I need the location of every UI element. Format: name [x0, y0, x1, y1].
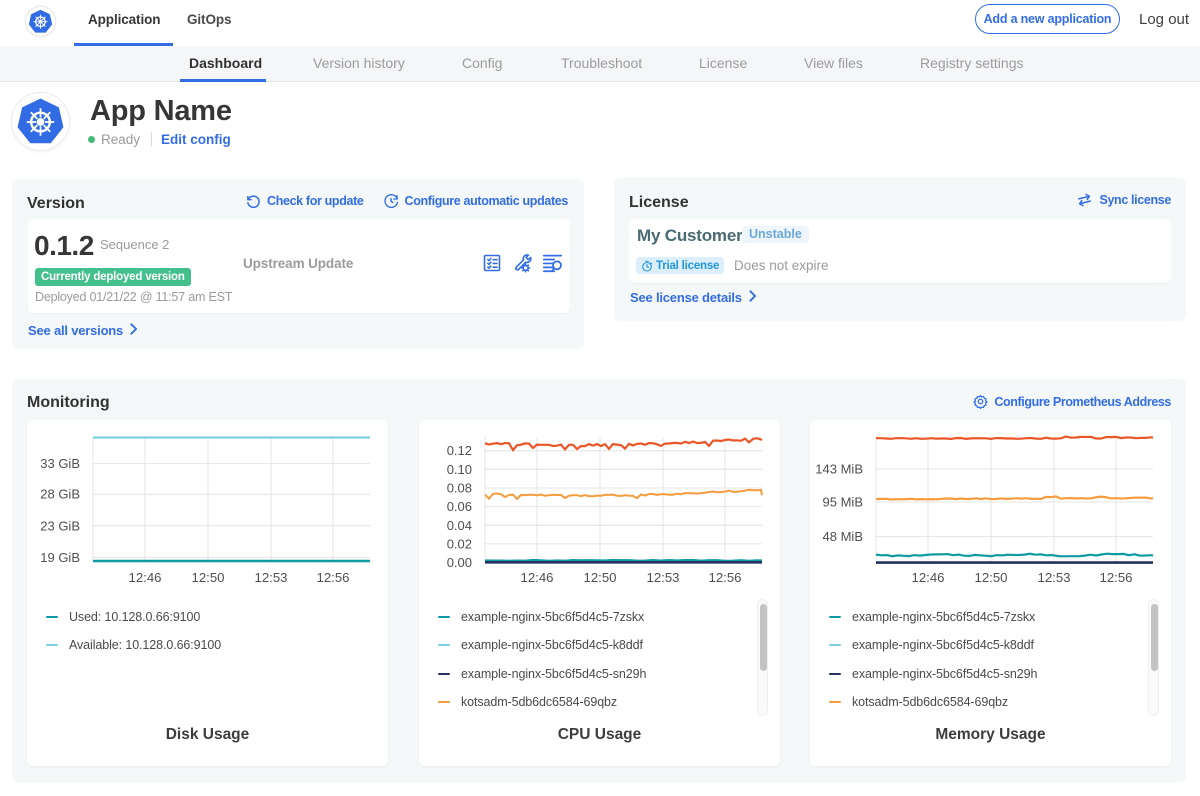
- svg-text:0.00: 0.00: [447, 555, 472, 570]
- svg-text:0.02: 0.02: [447, 536, 472, 551]
- svg-text:12:46: 12:46: [911, 570, 944, 585]
- svg-text:33 GiB: 33 GiB: [40, 456, 80, 471]
- svg-text:48 MiB: 48 MiB: [823, 529, 863, 544]
- svg-text:28 GiB: 28 GiB: [40, 487, 80, 502]
- svg-text:19 GiB: 19 GiB: [40, 550, 80, 565]
- svg-text:0.12: 0.12: [447, 443, 472, 458]
- svg-text:12:53: 12:53: [646, 570, 679, 585]
- svg-text:12:50: 12:50: [191, 570, 224, 585]
- svg-text:12:50: 12:50: [974, 570, 1007, 585]
- svg-text:12:56: 12:56: [1099, 570, 1132, 585]
- svg-text:12:50: 12:50: [583, 570, 616, 585]
- svg-text:12:56: 12:56: [708, 570, 741, 585]
- svg-text:0.06: 0.06: [447, 499, 472, 514]
- svg-text:0.04: 0.04: [447, 518, 472, 533]
- svg-text:12:53: 12:53: [1037, 570, 1070, 585]
- svg-text:12:46: 12:46: [520, 570, 553, 585]
- svg-text:23 GiB: 23 GiB: [40, 518, 80, 533]
- svg-text:0.10: 0.10: [447, 462, 472, 477]
- svg-text:0.08: 0.08: [447, 481, 472, 496]
- svg-text:95 MiB: 95 MiB: [823, 495, 863, 510]
- svg-text:143 MiB: 143 MiB: [815, 462, 863, 477]
- svg-text:12:53: 12:53: [254, 570, 287, 585]
- svg-text:12:56: 12:56: [316, 570, 349, 585]
- svg-text:12:46: 12:46: [128, 570, 161, 585]
